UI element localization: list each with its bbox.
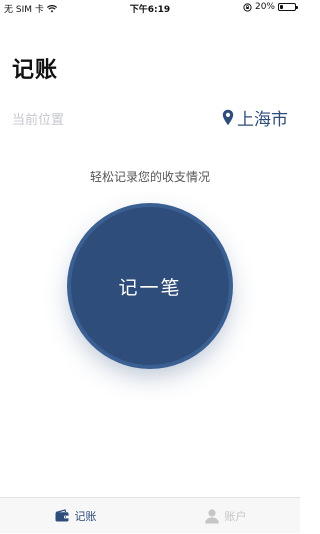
tab-account-label: 账户 <box>224 510 247 523</box>
tagline: 轻松记录您的收支情况 <box>89 170 210 184</box>
location-row: 当前位置 上海市 <box>12 105 288 130</box>
location-city: 上海市 <box>237 110 288 130</box>
status-right: 20% <box>243 2 298 12</box>
user-icon <box>204 509 219 524</box>
orientation-lock-icon <box>243 2 252 12</box>
wallet-icon <box>55 509 68 522</box>
tab-ledger[interactable]: 记账 <box>0 498 150 534</box>
battery-fill <box>280 5 283 9</box>
tab-bar: 记账 账户 <box>0 497 300 533</box>
tab-account[interactable]: 账户 <box>150 498 300 534</box>
battery-icon <box>278 3 298 11</box>
tab-ledger-label: 记账 <box>74 510 97 523</box>
record-entry-label: 记一笔 <box>118 276 182 299</box>
battery-percent: 20% <box>254 2 275 12</box>
location-selector[interactable]: 上海市 <box>222 105 288 130</box>
location-pin-icon <box>222 109 234 126</box>
location-label: 当前位置 <box>12 113 65 128</box>
record-entry-button[interactable]: 记一笔 <box>71 207 229 365</box>
page-title: 记账 <box>12 58 59 83</box>
status-bar: 无 SIM 卡 下午6:19 20% <box>0 0 300 16</box>
